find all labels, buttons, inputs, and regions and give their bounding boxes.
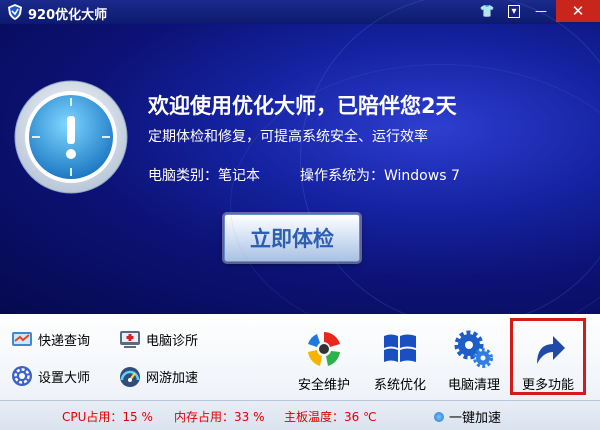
windows-icon bbox=[384, 334, 416, 362]
one-click-boost-button[interactable]: 一键加速 bbox=[434, 407, 501, 426]
settings-master-label: 设置大师 bbox=[38, 370, 91, 386]
one-click-boost-label: 一键加速 bbox=[449, 411, 502, 426]
settings-icon bbox=[12, 366, 32, 386]
security-maintenance-label: 安全维护 bbox=[297, 378, 350, 393]
security-icon bbox=[308, 332, 340, 366]
cpu-usage: CPU占用：15 % bbox=[62, 410, 153, 424]
status-bar: CPU占用：15 % 内存占用：33 % 主板温度：36 ℃ 一键加速 bbox=[0, 400, 600, 430]
pc-cleanup-button[interactable]: 电脑清理 bbox=[442, 320, 506, 394]
hero-panel: 欢迎使用优化大师，已陪伴您2天 定期体检和修复，可提高系统安全、运行效率 电脑类… bbox=[0, 0, 600, 346]
close-icon: ✕ bbox=[571, 2, 585, 20]
system-optimize-button[interactable]: 系统优化 bbox=[368, 320, 432, 394]
gears-icon bbox=[454, 330, 493, 368]
game-speed-icon bbox=[120, 367, 140, 387]
hero-subline: 定期体检和修复，可提高系统安全、运行效率 bbox=[148, 129, 428, 145]
app-title: 920优化大师 bbox=[28, 8, 108, 23]
memory-usage: 内存占用：33 % bbox=[174, 410, 265, 424]
game-boost-button[interactable]: 网游加速 bbox=[118, 363, 198, 389]
status-dial-icon bbox=[14, 80, 128, 194]
app-window: 920优化大师 👕 ▾ — ✕ bbox=[0, 0, 600, 430]
clinic-icon bbox=[120, 331, 140, 348]
pc-cleanup-label: 电脑清理 bbox=[447, 378, 500, 393]
boost-dot-icon bbox=[434, 411, 444, 422]
pc-type-label: 电脑类别：笔记本 bbox=[148, 168, 260, 184]
system-info: 电脑类别：笔记本 操作系统为：Windows 7 bbox=[148, 165, 460, 185]
welcome-headline: 欢迎使用优化大师，已陪伴您2天 bbox=[148, 94, 457, 118]
game-boost-label: 网游加速 bbox=[146, 370, 199, 386]
board-temperature: 主板温度：36 ℃ bbox=[284, 410, 377, 424]
express-query-label: 快递查询 bbox=[38, 333, 91, 349]
settings-master-button[interactable]: 设置大师 bbox=[10, 363, 90, 389]
close-button[interactable]: ✕ bbox=[556, 0, 600, 22]
pc-clinic-label: 电脑诊所 bbox=[146, 333, 199, 349]
security-maintenance-button[interactable]: 安全维护 bbox=[292, 320, 356, 394]
express-query-button[interactable]: 快递查询 bbox=[10, 326, 90, 352]
express-icon bbox=[12, 332, 32, 346]
shield-logo-icon bbox=[8, 4, 22, 20]
more-features-highlight-box bbox=[510, 318, 586, 395]
scan-now-button[interactable]: 立即体检 bbox=[224, 214, 360, 262]
system-optimize-label: 系统优化 bbox=[373, 378, 426, 393]
pc-clinic-button[interactable]: 电脑诊所 bbox=[118, 326, 198, 352]
os-label: 操作系统为：Windows 7 bbox=[300, 168, 460, 184]
